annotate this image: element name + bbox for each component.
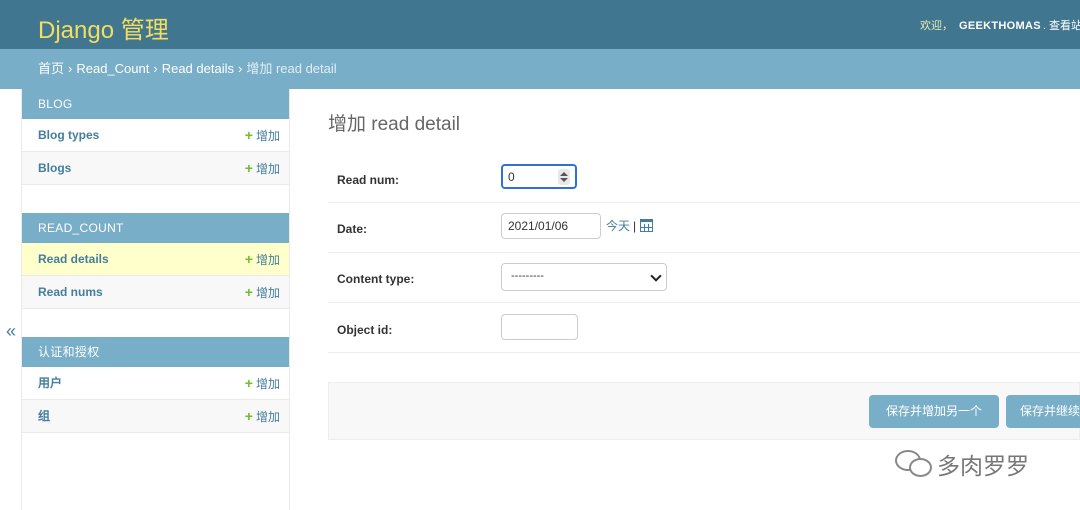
form-row-content-type: Content type:	[328, 253, 1080, 303]
view-site-link[interactable]: . 查看站点	[1043, 20, 1080, 32]
object-id-label: Object id:	[337, 323, 393, 337]
model-link[interactable]: 用户	[38, 367, 62, 399]
user-tools: 欢迎， GEEKTHOMAS. 查看站点	[920, 17, 1080, 33]
breadcrumb-model[interactable]: Read details	[162, 61, 234, 76]
welcome-text: 欢迎，	[920, 20, 953, 32]
today-link[interactable]: 今天	[606, 219, 630, 233]
add-label: 增加	[255, 410, 280, 424]
object-id-input[interactable]	[501, 314, 578, 340]
calendar-icon[interactable]	[640, 219, 654, 232]
breadcrumb: 首页 › Read_Count › Read details › 增加 read detai…	[0, 49, 1080, 89]
read-num-input[interactable]: 0	[501, 164, 577, 189]
add-link[interactable]: + 增加	[245, 276, 280, 309]
module-caption[interactable]: BLOG	[22, 89, 289, 119]
add-link[interactable]: + 增加	[245, 367, 280, 400]
add-plus-icon: +	[244, 284, 253, 300]
date-label: Date:	[337, 222, 368, 236]
shortcut-separator: |	[633, 219, 637, 233]
module-read-count: READ_COUNT Read details + 增加 Read nums + 增…	[22, 213, 289, 309]
module-caption[interactable]: 认证和授权	[22, 337, 289, 367]
username: GEEKTHOMAS	[959, 20, 1041, 32]
collapse-sidebar-icon[interactable]: «	[6, 321, 16, 342]
sidebar-item-read-details: Read details + 增加	[22, 243, 289, 276]
model-link[interactable]: Blog types	[38, 119, 99, 151]
add-plus-icon: +	[244, 251, 253, 267]
sidebar-item-blogs: Blogs + 增加	[22, 152, 289, 185]
model-link[interactable]: Read nums	[38, 276, 103, 308]
save-continue-button[interactable]: 保存并继续编辑	[1006, 395, 1080, 428]
add-plus-icon: +	[244, 160, 253, 176]
watermark-text: 多肉罗罗	[937, 453, 1029, 479]
add-link[interactable]: + 增加	[245, 400, 280, 433]
content-type-selected: ---------	[511, 270, 544, 282]
model-link[interactable]: 组	[38, 400, 50, 432]
add-plus-icon: +	[244, 375, 253, 391]
nav-sidebar-toggle[interactable]: «	[0, 89, 22, 510]
content-type-select[interactable]: ---------	[501, 263, 667, 291]
number-stepper-icon[interactable]	[558, 169, 570, 185]
module-caption[interactable]: READ_COUNT	[22, 213, 289, 243]
page-title: 增加 read detail	[328, 114, 461, 135]
add-link[interactable]: + 增加	[245, 243, 280, 276]
add-label: 增加	[255, 377, 280, 391]
submit-row: 保存并增加另一个 保存并继续编辑	[328, 382, 1080, 440]
module-auth: 认证和授权 用户 + 增加 组 + 增加	[22, 337, 289, 433]
sidebar-item-blog-types: Blog types + 增加	[22, 119, 289, 152]
module-blog: BLOG Blog types + 增加 Blogs + 增加	[22, 89, 289, 185]
watermark: 多肉罗罗	[893, 447, 1029, 479]
sidebar-item-groups: 组 + 增加	[22, 400, 289, 433]
breadcrumb-app[interactable]: Read_Count	[76, 61, 149, 76]
content-type-label: Content type:	[337, 272, 415, 286]
model-link[interactable]: Read details	[38, 243, 109, 275]
wechat-icon	[893, 448, 933, 478]
breadcrumb-separator: ›	[237, 61, 243, 76]
date-input[interactable]: 2021/01/06	[501, 213, 601, 239]
form-row-date: Date:	[328, 203, 1080, 253]
sidebar-item-users: 用户 + 增加	[22, 367, 289, 400]
module-spacer	[22, 185, 289, 213]
module-spacer	[22, 309, 289, 337]
breadcrumb-home[interactable]: 首页	[38, 61, 64, 76]
add-plus-icon: +	[244, 408, 253, 424]
site-header: Django 管理 欢迎， GEEKTHOMAS. 查看站点	[0, 0, 1080, 49]
read-num-label: Read num:	[337, 173, 400, 187]
sidebar-item-read-nums: Read nums + 增加	[22, 276, 289, 309]
add-link[interactable]: + 增加	[245, 119, 280, 152]
breadcrumb-separator: ›	[68, 61, 73, 76]
site-brand[interactable]: Django 管理	[38, 10, 169, 45]
add-label: 增加	[255, 129, 280, 143]
add-label: 增加	[255, 286, 280, 300]
model-link[interactable]: Blogs	[38, 152, 71, 184]
add-plus-icon: +	[244, 127, 253, 143]
breadcrumb-separator: ›	[153, 61, 158, 76]
add-label: 增加	[255, 162, 280, 176]
chevron-down-icon	[650, 270, 662, 282]
form-row-object-id: Object id:	[328, 303, 1080, 353]
add-link[interactable]: + 增加	[245, 152, 280, 185]
date-shortcuts: 今天 |	[606, 217, 654, 234]
read-num-value: 0	[508, 170, 515, 184]
save-add-another-button[interactable]: 保存并增加另一个	[869, 395, 999, 428]
nav-sidebar: BLOG Blog types + 增加 Blogs + 增加 READ_COUNT…	[22, 89, 290, 510]
add-label: 增加	[255, 253, 280, 267]
breadcrumb-current: 增加 read detail	[246, 61, 337, 76]
form-row-read-num: Read num:	[328, 153, 1080, 203]
